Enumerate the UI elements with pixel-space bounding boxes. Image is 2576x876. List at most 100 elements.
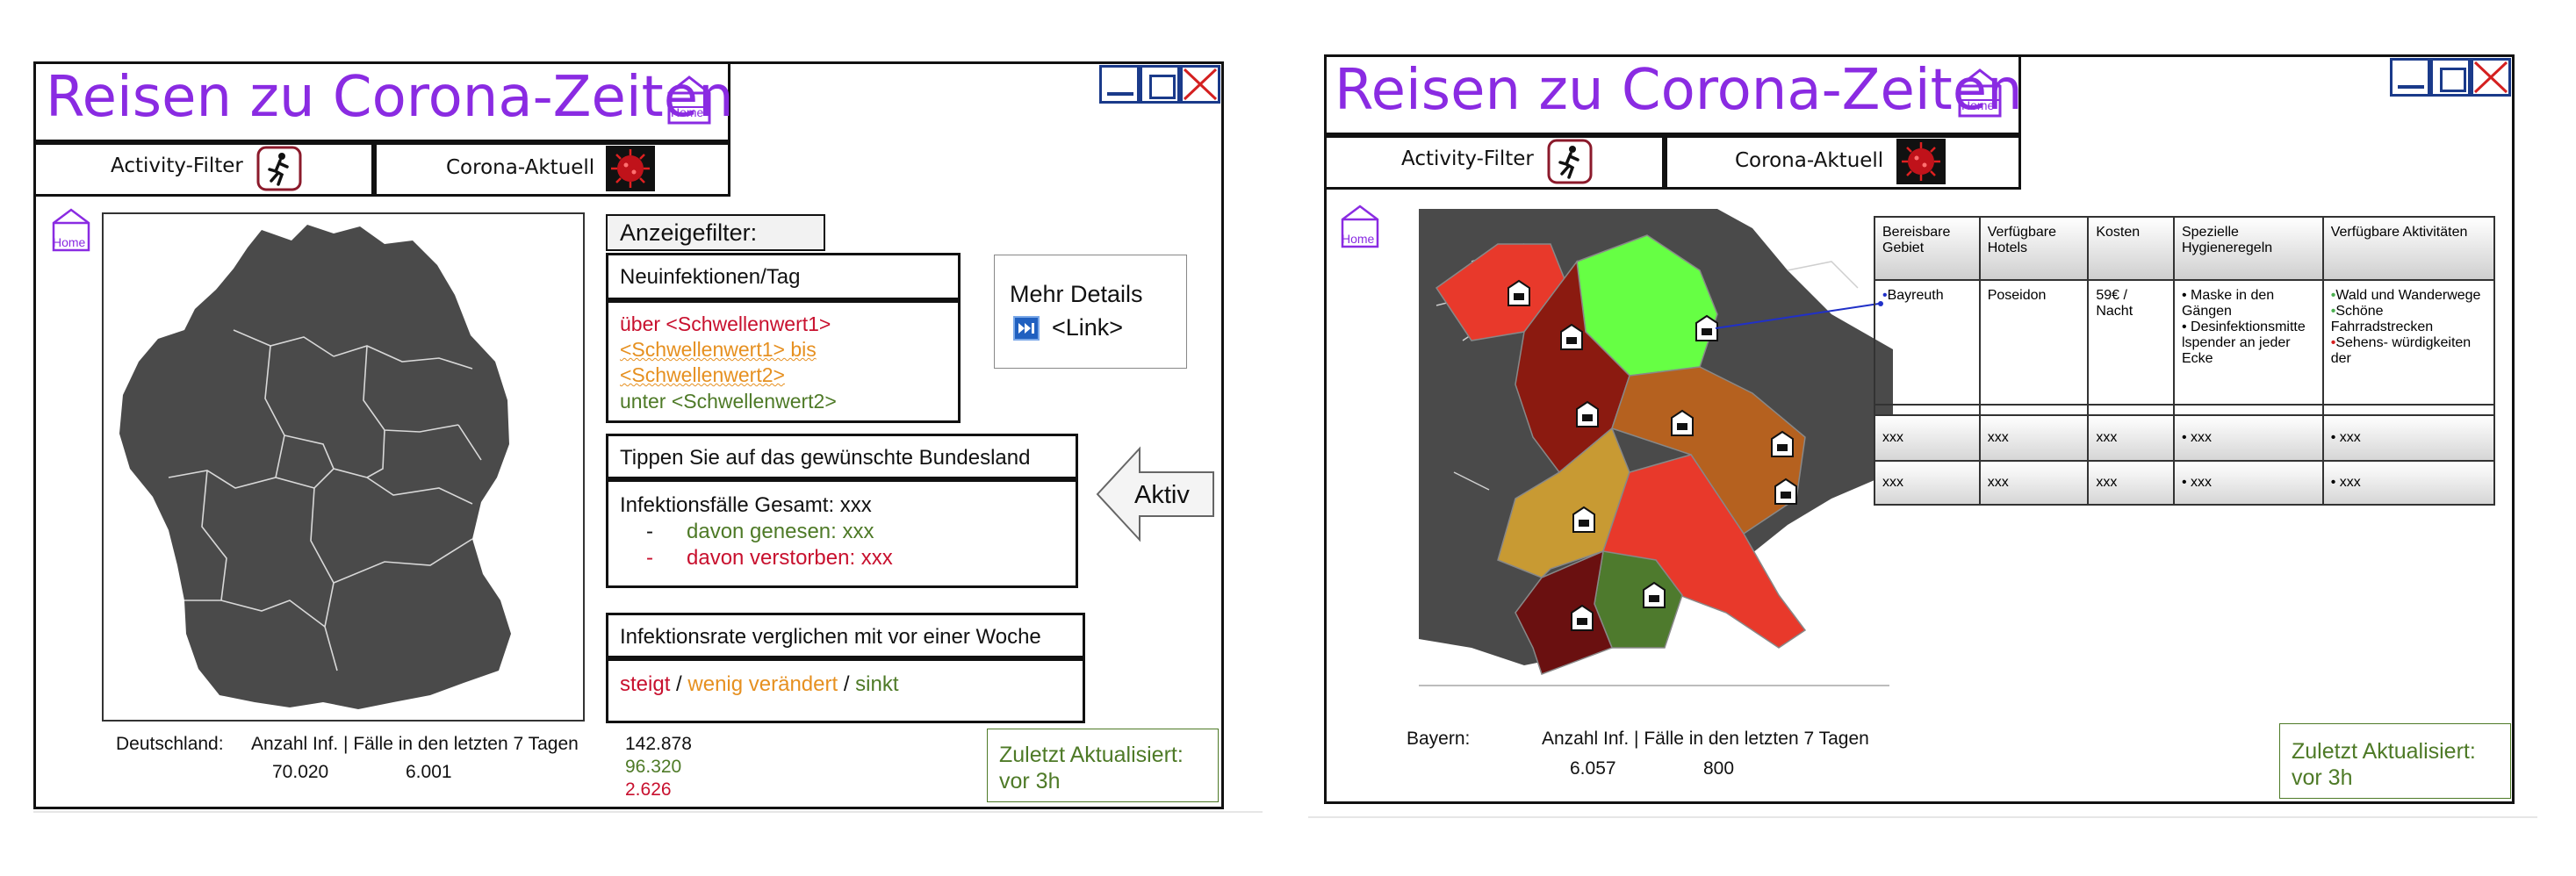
left-stats-recovered: 96.320 xyxy=(625,757,682,777)
germany-shape xyxy=(119,225,511,709)
right-maximize-button[interactable] xyxy=(2430,58,2471,97)
left-stats-deaths: 2.626 xyxy=(625,779,672,800)
infektionsrate-title: Infektionsrate verglichen mit vor einer … xyxy=(620,625,1041,649)
left-baseline xyxy=(33,811,1263,813)
left-runner-icon xyxy=(256,146,302,191)
left-page-title: Reisen zu Corona-Zeiten xyxy=(46,65,734,130)
table-header-row: Bereisbare Gebiet Verfügbare Hotels Kost… xyxy=(1874,216,2496,281)
row2-hygiene: • xxx xyxy=(2172,414,2324,462)
rate-wenig: wenig verändert xyxy=(687,672,838,696)
infektionsfaelle-verstorben: davon verstorben: xxx xyxy=(687,546,893,570)
cell-gebiet: •Bayreuth xyxy=(1874,279,1981,406)
left-home-label: Home xyxy=(671,105,704,119)
hygiene-item-1: • Maske in den Gängen xyxy=(2181,288,2275,319)
left-updated-line1: Zuletzt Aktualisiert: xyxy=(999,743,1184,767)
genesen-dash: - xyxy=(646,520,653,543)
right-virus-icon xyxy=(1896,139,1946,184)
left-virus-icon xyxy=(606,146,655,191)
header-aktivitaeten: Verfügbare Aktivitäten xyxy=(2321,216,2496,281)
right-stats-region: Bayern: xyxy=(1407,729,1471,749)
neuinfektionen-title: Neuinfektionen/Tag xyxy=(620,265,801,289)
cell-aktivitaeten: •Wald und Wanderwege •Schöne Fahrradstre… xyxy=(2321,279,2496,406)
bavaria-map[interactable] xyxy=(1419,209,1893,700)
hygiene-item-2: • Desinfektionsmitte lspender an jeder E… xyxy=(2181,320,2306,366)
legend-mid-1: <Schwellenwert1> bis xyxy=(620,338,817,361)
right-close-button[interactable] xyxy=(2471,58,2511,97)
infektionsfaelle-genesen: davon genesen: xxx xyxy=(687,520,874,543)
right-updated-line2: vor 3h xyxy=(2292,765,2353,790)
right-minimize-button[interactable] xyxy=(2390,58,2430,97)
bayern-info-table: Bereisbare Gebiet Verfügbare Hotels Kost… xyxy=(1874,216,2496,506)
right-home-small-label: Home xyxy=(1342,232,1375,246)
activity-item-1: Wald und Wanderwege xyxy=(2335,288,2481,303)
header-gebiet: Bereisbare Gebiet xyxy=(1874,216,1981,281)
row3-kosten: xxx xyxy=(2087,460,2175,506)
row2-hotels: xxx xyxy=(1978,414,2090,462)
mehr-details-link[interactable]: <Link> xyxy=(1052,314,1123,341)
table-row-bayreuth[interactable]: •Bayreuth Poseidon 59€ / Nacht • Maske i… xyxy=(1874,279,2496,406)
right-home-label: Home xyxy=(1961,98,1995,112)
right-baseline xyxy=(1308,816,2537,818)
rate-sinkt: sinkt xyxy=(855,672,899,696)
table-spacer-row xyxy=(1874,404,2496,416)
left-home-small-label: Home xyxy=(53,235,86,249)
table-row[interactable]: xxx xxx xxx • xxx • xxx xyxy=(1874,460,2496,506)
right-stats-faelle: 800 xyxy=(1703,758,1735,779)
rate-sep-1: / xyxy=(676,672,682,696)
left-stats-total: 142.878 xyxy=(625,734,692,754)
rate-steigt: steigt xyxy=(620,672,671,696)
left-window-controls xyxy=(1099,65,1220,104)
left-stats-anzahl: 70.020 xyxy=(272,762,329,782)
right-updated-line1: Zuletzt Aktualisiert: xyxy=(2292,739,2476,764)
mehr-details-title: Mehr Details xyxy=(1010,281,1143,307)
tippen-text: Tippen Sie auf das gewünschte Bundesland xyxy=(620,446,1031,470)
header-hotels: Verfügbare Hotels xyxy=(1978,216,2090,281)
left-close-button[interactable] xyxy=(1180,65,1220,104)
right-activity-filter-label: Activity-Filter xyxy=(1401,147,1534,170)
left-stats-faelle: 6.001 xyxy=(406,762,452,782)
activity-item-2: Schöne Fahrradstrecken xyxy=(2330,304,2434,334)
right-page-title: Reisen zu Corona-Zeiten xyxy=(1335,58,2023,123)
row3-aktivitaeten: • xxx xyxy=(2321,460,2496,506)
verstorben-dash: - xyxy=(646,546,653,570)
row3-hotels: xxx xyxy=(1978,460,2090,506)
filter-header: Anzeigefilter: xyxy=(620,219,758,246)
row3-gebiet: xxx xyxy=(1874,460,1981,506)
row2-kosten: xxx xyxy=(2087,414,2175,462)
left-minimize-button[interactable] xyxy=(1099,65,1140,104)
row3-hygiene: • xxx xyxy=(2172,460,2324,506)
rate-sep-2: / xyxy=(843,672,850,696)
left-maximize-button[interactable] xyxy=(1140,65,1180,104)
connector-arrow xyxy=(1715,301,1883,329)
legend-mid-2: <Schwellenwert2> xyxy=(620,363,785,386)
left-activity-filter-label: Activity-Filter xyxy=(111,154,243,177)
left-stats-region: Deutschland: xyxy=(116,734,224,754)
row2-aktivitaeten: • xxx xyxy=(2321,414,2496,462)
link-icon[interactable] xyxy=(1013,316,1040,341)
header-kosten: Kosten xyxy=(2087,216,2175,281)
mehr-details-box[interactable] xyxy=(994,255,1187,369)
header-hygiene: Spezielle Hygieneregeln xyxy=(2172,216,2324,281)
cell-kosten: 59€ / Nacht xyxy=(2087,279,2175,406)
right-stats-columns: Anzahl Inf. | Fälle in den letzten 7 Tag… xyxy=(1542,729,1869,749)
activity-item-3: Sehens- würdigkeiten der xyxy=(2330,335,2472,366)
right-window-controls xyxy=(2390,58,2511,97)
legend-high: über <Schwellenwert1> xyxy=(620,312,831,335)
right-stats-anzahl: 6.057 xyxy=(1570,758,1616,779)
right-runner-icon xyxy=(1547,139,1593,184)
table-row[interactable]: xxx xxx xxx • xxx • xxx xyxy=(1874,414,2496,462)
left-stats-columns: Anzahl Inf. | Fälle in den letzten 7 Tag… xyxy=(251,734,579,754)
aktiv-label: Aktiv xyxy=(1134,481,1190,509)
row2-gebiet: xxx xyxy=(1874,414,1981,462)
legend-low: unter <Schwellenwert2> xyxy=(620,390,837,413)
cell-gebiet-text: Bayreuth xyxy=(1887,288,1944,303)
right-corona-aktuell-label: Corona-Aktuell xyxy=(1735,149,1884,172)
infektionsfaelle-total: Infektionsfälle Gesamt: xxx xyxy=(620,493,872,517)
cell-hotels: Poseidon xyxy=(1978,279,2090,406)
infektionsrate-values: steigt / wenig verändert / sinkt xyxy=(620,672,899,697)
left-corona-aktuell-label: Corona-Aktuell xyxy=(446,156,595,179)
cell-hygiene: • Maske in den Gängen • Desinfektionsmit… xyxy=(2172,279,2324,406)
germany-map[interactable] xyxy=(102,212,585,722)
map-baseline xyxy=(1419,685,1889,686)
left-updated-line2: vor 3h xyxy=(999,769,1061,793)
